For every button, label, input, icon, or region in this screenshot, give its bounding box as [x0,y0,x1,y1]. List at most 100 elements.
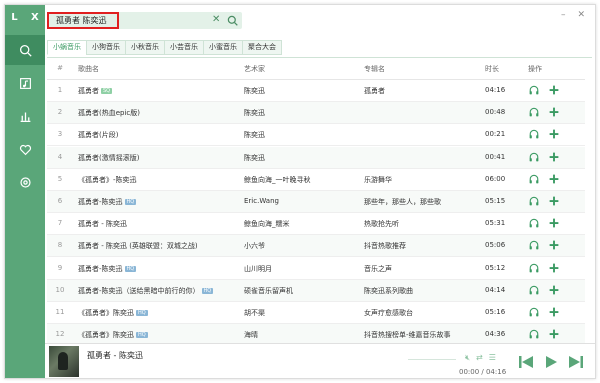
song-artist[interactable]: 陈奕迅 [244,86,359,96]
repeat-icon[interactable]: ⇄ [476,353,483,363]
headphones-icon[interactable] [529,240,539,250]
add-icon[interactable] [549,85,559,95]
sidebar-item-library[interactable] [5,68,45,98]
sidebar-item-charts[interactable] [5,101,45,131]
add-icon[interactable] [549,263,559,273]
song-name[interactable]: 孤勇者 - 陈奕迅 [78,219,238,229]
song-artist[interactable]: 小六爷 [244,241,359,251]
song-artist[interactable]: 海晴 [244,330,359,340]
song-title[interactable]: 孤勇者(激情摇滚版) [78,154,139,162]
song-album[interactable]: 女声疗愈感歌台 [364,308,479,318]
add-icon[interactable] [549,196,559,206]
song-album[interactable]: 陈奕迅系列歌曲 [364,286,479,296]
song-title[interactable]: 孤勇者(片段) [78,131,118,139]
table-row[interactable]: 11 《孤勇者》陈奕迅 HQ 胡不渠 女声疗愈感歌台 05:16 [47,302,585,324]
album-cover[interactable] [49,346,79,377]
table-row[interactable]: 1 孤勇者 SQ 陈奕迅 孤勇者 04:16 [47,80,585,102]
song-name[interactable]: 孤勇者(片段) [78,130,238,140]
table-row[interactable]: 9 孤勇者-陈奕迅 HQ 山川明月 音乐之声 05:12 [47,258,585,280]
song-artist[interactable]: Eric.Wang [244,197,359,205]
search-box[interactable]: 孤勇者 陈奕迅 ✕ [47,12,242,29]
sidebar-item-settings[interactable] [5,167,45,197]
song-name[interactable]: 孤勇者-陈奕迅 HQ [78,197,238,207]
table-row[interactable]: 10 孤勇者-陈奕迅（送给黑暗中前行的你） HQ 硕雀音乐留声机 陈奕迅系列歌曲 04:1… [47,279,585,302]
headphones-icon[interactable] [529,107,539,117]
song-title[interactable]: 《孤勇者》陈奕迅 [78,309,134,317]
sidebar-item-favorites[interactable] [5,134,45,164]
song-title[interactable]: 《孤勇者》陈奕迅 [78,331,134,339]
headphones-icon[interactable] [529,218,539,228]
headphones-icon[interactable] [529,152,539,162]
minimize-button[interactable]: – [561,10,566,20]
headphones-icon[interactable] [529,307,539,317]
song-album[interactable]: 孤勇者 [364,86,479,96]
song-artist[interactable]: 硕雀音乐留声机 [244,286,359,296]
song-artist[interactable]: 鲸鱼向海_一叶晚寻秋 [244,175,359,185]
headphones-icon[interactable] [529,196,539,206]
table-row[interactable]: 8 孤勇者 - 陈奕迅 (英雄联盟：双城之战) 小六爷 抖音热歌推荐 05:06 [47,235,585,258]
song-name[interactable]: 孤勇者 - 陈奕迅 (英雄联盟：双城之战) [78,241,238,251]
song-title[interactable]: 孤勇者 - 陈奕迅 (英雄联盟：双城之战) [78,242,198,250]
song-album[interactable]: 音乐之声 [364,264,479,274]
play-icon[interactable] [545,356,557,368]
song-album[interactable]: 抖音热歌推荐 [364,241,479,251]
song-title[interactable]: 孤勇者-陈奕迅 [78,198,123,206]
song-name[interactable]: 孤勇者 SQ [78,86,238,96]
song-album[interactable]: 乐游舞华 [364,175,479,185]
song-name[interactable]: 孤勇者-陈奕迅 HQ [78,264,238,274]
song-album[interactable]: 那些年，那些人，那些歌 [364,197,479,207]
song-title[interactable]: 孤勇者 [78,87,99,95]
tab-source-6[interactable]: 聚合大会 [242,40,282,55]
sidebar-item-search[interactable] [5,35,45,65]
song-artist[interactable]: 陈奕迅 [244,108,359,118]
song-artist[interactable]: 山川明月 [244,264,359,274]
song-name[interactable]: 《孤勇者》-陈奕迅 [78,175,238,185]
volume-slider[interactable] [408,359,456,360]
tab-source-1[interactable]: 小蜗音乐 [47,40,86,55]
add-icon[interactable] [549,152,559,162]
table-row[interactable]: 6 孤勇者-陈奕迅 HQ Eric.Wang 那些年，那些人，那些歌 05:15 [47,191,585,213]
song-name[interactable]: 孤勇者-陈奕迅（送给黑暗中前行的你） HQ [78,286,238,296]
tab-source-2[interactable]: 小狗音乐 [86,40,125,55]
song-name[interactable]: 孤勇者(热血epic版) [78,108,238,118]
add-icon[interactable] [549,329,559,339]
next-icon[interactable] [569,356,583,368]
song-title[interactable]: 孤勇者 - 陈奕迅 [78,220,127,228]
song-name[interactable]: 《孤勇者》陈奕迅 HQ [78,330,238,340]
song-artist[interactable]: 胡不渠 [244,308,359,318]
headphones-icon[interactable] [529,263,539,273]
headphones-icon[interactable] [529,129,539,139]
table-row[interactable]: 2 孤勇者(热血epic版) 陈奕迅 00:48 [47,102,585,125]
add-icon[interactable] [549,240,559,250]
clear-icon[interactable]: ✕ [212,14,220,25]
add-icon[interactable] [549,307,559,317]
song-title[interactable]: 孤勇者(热血epic版) [78,109,140,117]
scrollbar[interactable] [595,85,596,347]
song-album[interactable]: 热歌抢先听 [364,219,479,229]
headphones-icon[interactable] [529,329,539,339]
tab-source-3[interactable]: 小秋音乐 [125,40,164,55]
previous-icon[interactable] [519,356,533,368]
headphones-icon[interactable] [529,174,539,184]
headphones-icon[interactable] [529,85,539,95]
table-row[interactable]: 3 孤勇者(片段) 陈奕迅 00:21 [47,124,585,147]
song-title[interactable]: 孤勇者-陈奕迅（送给黑暗中前行的你） [78,287,200,295]
headphones-icon[interactable] [529,285,539,295]
song-name[interactable]: 《孤勇者》陈奕迅 HQ [78,308,238,318]
search-button-icon[interactable] [227,15,238,26]
mute-icon[interactable]: 🔇︎ [465,353,470,363]
table-row[interactable]: 5 《孤勇者》-陈奕迅 鲸鱼向海_一叶晚寻秋 乐游舞华 06:00 [47,169,585,191]
song-title[interactable]: 孤勇者-陈奕迅 [78,265,123,273]
add-icon[interactable] [549,218,559,228]
add-icon[interactable] [549,174,559,184]
song-name[interactable]: 孤勇者(激情摇滚版) [78,153,238,163]
song-title[interactable]: 《孤勇者》-陈奕迅 [78,176,137,184]
song-artist[interactable]: 陈奕迅 [244,130,359,140]
song-artist[interactable]: 鲸鱼向海_糯米 [244,219,359,229]
song-album[interactable]: 抖音热搜榜单-维嘉音乐故事 [364,330,479,340]
add-icon[interactable] [549,107,559,117]
song-artist[interactable]: 陈奕迅 [244,153,359,163]
add-icon[interactable] [549,129,559,139]
tab-source-4[interactable]: 小芸音乐 [164,40,203,55]
tab-source-5[interactable]: 小蜜音乐 [203,40,242,55]
